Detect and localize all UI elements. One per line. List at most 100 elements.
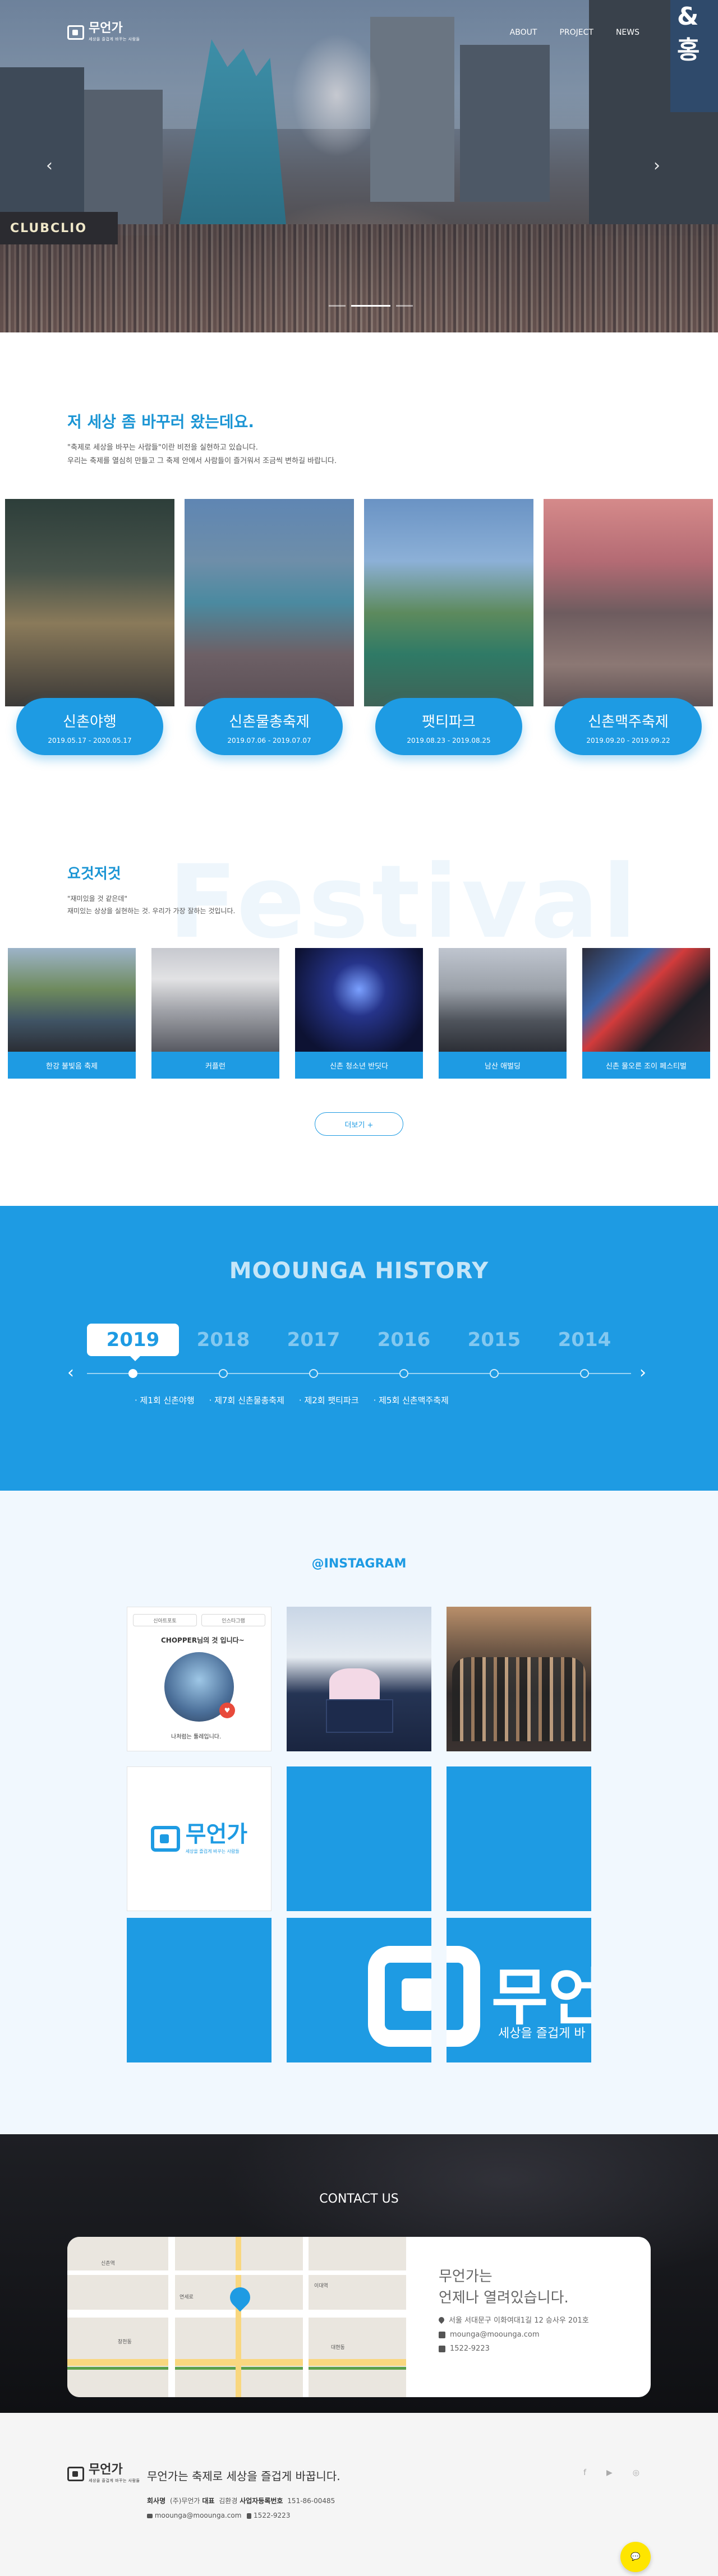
timeline-dot[interactable] bbox=[580, 1369, 589, 1378]
instagram-post[interactable] bbox=[127, 1918, 271, 2062]
nav-about[interactable]: ABOUT bbox=[510, 28, 537, 37]
festival-photo bbox=[8, 948, 136, 1052]
timeline-dot[interactable] bbox=[399, 1369, 408, 1378]
festival-item[interactable]: 남산 애벌딩 bbox=[439, 948, 567, 1079]
instagram-post[interactable] bbox=[287, 1918, 431, 2062]
instagram-post[interactable] bbox=[447, 1607, 591, 1751]
history-next-icon[interactable]: › bbox=[639, 1363, 646, 1382]
timeline-dot[interactable] bbox=[219, 1369, 228, 1378]
map-label: 신촌역 bbox=[101, 2261, 115, 2267]
instagram-post[interactable] bbox=[447, 1766, 591, 1911]
slider-pagination bbox=[329, 305, 413, 307]
more-button[interactable]: 더보기 + bbox=[315, 1112, 403, 1136]
project-card[interactable]: 팻티파크 2019.08.23 - 2019.08.25 bbox=[364, 499, 533, 762]
hero-prev-arrow-icon[interactable]: ‹ bbox=[46, 156, 53, 175]
biz-label: 사업자등록번호 bbox=[240, 2497, 283, 2505]
logo-name: 무언가 bbox=[185, 1821, 248, 1847]
instagram-post[interactable] bbox=[287, 1766, 431, 1911]
footer-email[interactable]: moounga@moounga.com bbox=[155, 2512, 242, 2519]
history-prev-icon[interactable]: ‹ bbox=[67, 1363, 74, 1382]
logo-icon bbox=[67, 2466, 84, 2481]
hero-slider: CLUBCLIO & 홍 무언가 세상을 즐겁게 바꾸는 사람들 ABOUT P… bbox=[0, 0, 718, 332]
location-map[interactable]: 신촌역 연세로 이대역 창천동 대현동 bbox=[67, 2237, 406, 2397]
intro-title: 저 세상 좀 바꾸러 왔는데요. bbox=[67, 413, 254, 431]
hero-korean-sign: & 홍 bbox=[670, 0, 718, 112]
map-pin-icon bbox=[225, 2283, 255, 2312]
festival-label: 신촌 청소년 반딧다 bbox=[295, 1052, 423, 1079]
hero-smoke bbox=[292, 34, 381, 157]
year-tab-2019[interactable]: 2019 bbox=[87, 1324, 179, 1361]
youtube-icon[interactable]: ▶ bbox=[606, 2468, 613, 2477]
footer-phone[interactable]: 1522-9223 bbox=[254, 2512, 290, 2519]
biz-number: 151-86-00485 bbox=[287, 2497, 335, 2505]
contact-email[interactable]: mounga@moounga.com bbox=[439, 2330, 589, 2339]
contact-card: 신촌역 연세로 이대역 창천동 대현동 무언가는 언제나 열려있습니다. 서울 … bbox=[67, 2237, 651, 2397]
project-photo bbox=[364, 499, 533, 706]
company-label: 회사명 bbox=[147, 2497, 166, 2505]
instagram-grid: 신아트포토 인스타그램 CHOPPER님의 것 입니다~ ♥ 나처럼는 툴레입니… bbox=[127, 1607, 591, 2071]
year-tab-2017[interactable]: 2017 bbox=[268, 1324, 360, 1356]
footer-slogan: 무언가는 축제로 세상을 즐겁게 바꿉니다. bbox=[147, 2469, 340, 2483]
post-heading: CHOPPER님의 것 입니다~ bbox=[161, 1636, 245, 1644]
festival-item[interactable]: 커플런 bbox=[151, 948, 279, 1079]
map-label: 연세로 bbox=[180, 2295, 194, 2300]
project-date: 2019.07.06 - 2019.07.07 bbox=[227, 737, 311, 744]
festival-item[interactable]: 한강 불빛음 축제 bbox=[8, 948, 136, 1079]
location-icon bbox=[437, 2315, 446, 2324]
history-section: MOOUNGA HISTORY 2019 2018 2017 2016 2015… bbox=[0, 1206, 718, 1491]
email-text: mounga@moounga.com bbox=[450, 2330, 540, 2339]
contact-info: 무언가는 언제나 열려있습니다. 서울 서대문구 이화여대1길 12 승사우 2… bbox=[437, 2266, 589, 2353]
main-nav: ABOUT PROJECT NEWS bbox=[510, 28, 639, 37]
timeline-dot[interactable] bbox=[309, 1369, 318, 1378]
project-date: 2019.08.23 - 2019.08.25 bbox=[407, 737, 491, 744]
mail-icon bbox=[439, 2331, 445, 2338]
year-tab-2018[interactable]: 2018 bbox=[177, 1324, 269, 1356]
instagram-post[interactable]: 신아트포토 인스타그램 CHOPPER님의 것 입니다~ ♥ 나처럼는 툴레입니… bbox=[127, 1607, 271, 1751]
slider-dot-active[interactable] bbox=[351, 305, 390, 307]
history-event: · 제1회 신촌야행 bbox=[135, 1395, 195, 1405]
slider-dot[interactable] bbox=[329, 305, 346, 307]
hero-building bbox=[460, 45, 550, 202]
facebook-icon[interactable]: f bbox=[583, 2468, 586, 2477]
logo-subtitle: 세상을 즐겁게 바꾸는 사람들 bbox=[89, 2478, 140, 2483]
site-logo[interactable]: 무언가 세상을 즐겁게 바꾸는 사람들 bbox=[67, 22, 140, 42]
nav-news[interactable]: NEWS bbox=[616, 28, 639, 37]
hero-building bbox=[370, 17, 454, 202]
chat-icon[interactable]: 💬 bbox=[620, 2542, 651, 2572]
year-tab-2015[interactable]: 2015 bbox=[448, 1324, 540, 1356]
year-tab-2016[interactable]: 2016 bbox=[358, 1324, 450, 1356]
contact-phone[interactable]: 1522-9223 bbox=[439, 2344, 589, 2353]
festival-photo bbox=[151, 948, 279, 1052]
project-card[interactable]: 신촌야행 2019.05.17 - 2020.05.17 bbox=[5, 499, 174, 762]
logo-subtitle: 세상을 즐겁게 바꾸는 사람들 bbox=[89, 37, 140, 41]
festival-photo bbox=[582, 948, 710, 1052]
project-label: 팻티파크 2019.08.23 - 2019.08.25 bbox=[375, 698, 522, 755]
festival-text: "재미있을 것 같은데" 재미있는 상상을 실현하는 것. 우리가 가장 잘하는… bbox=[67, 892, 235, 917]
history-year-tabs: 2019 2018 2017 2016 2015 2014 bbox=[87, 1324, 631, 1361]
project-card[interactable]: 신촌물총축제 2019.07.06 - 2019.07.07 bbox=[185, 499, 354, 762]
instagram-icon[interactable]: ◎ bbox=[633, 2468, 639, 2477]
instagram-post[interactable] bbox=[287, 1607, 431, 1751]
project-date: 2019.05.17 - 2020.05.17 bbox=[48, 737, 132, 744]
phone-text: 1522-9223 bbox=[450, 2344, 490, 2353]
hero-next-arrow-icon[interactable]: › bbox=[653, 156, 660, 175]
festival-watermark: Festival bbox=[168, 844, 641, 961]
map-label: 이대역 bbox=[314, 2283, 328, 2289]
map-label: 대현동 bbox=[331, 2345, 345, 2351]
social-links: f ▶ ◎ bbox=[583, 2468, 639, 2477]
slider-dot[interactable] bbox=[396, 305, 413, 307]
timeline-dot-active[interactable] bbox=[128, 1369, 137, 1378]
instagram-post[interactable]: 무언가 세상을 즐겁게 바꾸는 사람들 bbox=[127, 1766, 271, 1911]
project-cards: 신촌야행 2019.05.17 - 2020.05.17 신촌물총축제 2019… bbox=[5, 499, 713, 762]
timeline-dot[interactable] bbox=[490, 1369, 499, 1378]
footer-logo[interactable]: 무언가 세상을 즐겁게 바꾸는 사람들 bbox=[67, 2464, 140, 2483]
year-tab-2014[interactable]: 2014 bbox=[538, 1324, 630, 1356]
festival-item[interactable]: 신촌 물오른 조이 페스티벌 bbox=[582, 948, 710, 1079]
nav-project[interactable]: PROJECT bbox=[559, 28, 593, 37]
festival-item[interactable]: 신촌 청소년 반딧다 bbox=[295, 948, 423, 1079]
project-card[interactable]: 신촌맥주축제 2019.09.20 - 2019.09.22 bbox=[544, 499, 713, 762]
map-label: 창천동 bbox=[118, 2339, 132, 2345]
post-tab: 신아트포토 bbox=[133, 1614, 197, 1626]
instagram-post[interactable] bbox=[447, 1918, 591, 2062]
brand-logo: 무언가 세상을 즐겁게 바꾸는 사람들 bbox=[150, 1821, 248, 1854]
